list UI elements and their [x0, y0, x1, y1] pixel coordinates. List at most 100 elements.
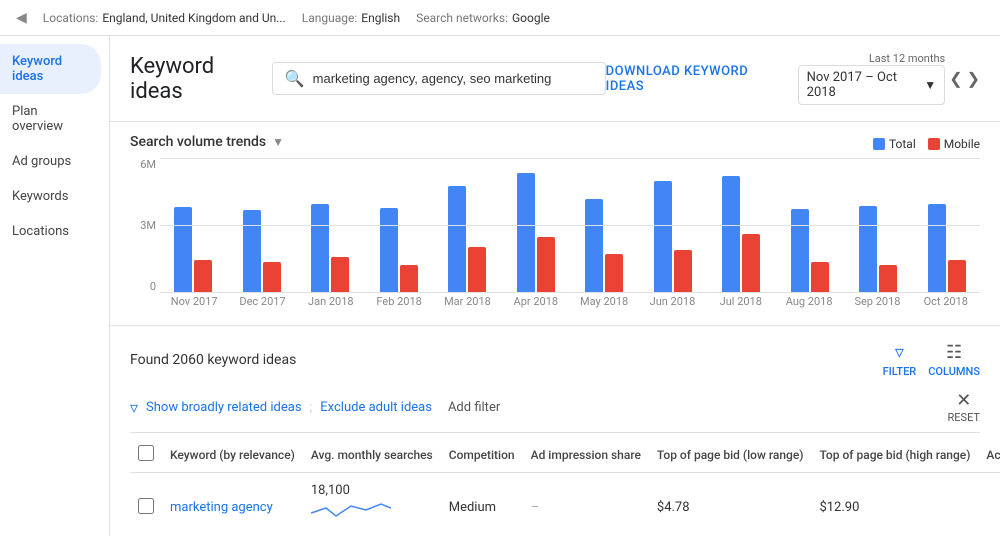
filter-row: ▿ Show broadly related ideas ; Exclude a…: [130, 386, 980, 433]
bar-total-3: [380, 208, 398, 293]
chart-x-labels: Nov 2017Dec 2017Jan 2018Feb 2018Mar 2018…: [160, 295, 980, 308]
bar-group-Apr-2018: [517, 173, 555, 293]
bar-mobile-4: [468, 247, 486, 293]
results-section: Found 2060 keyword ideas ▿ FILTER ☷ COLU…: [110, 325, 1000, 437]
col-account-status: Account status: [978, 437, 1000, 473]
sparkline-0: [311, 498, 391, 528]
download-keyword-ideas-button[interactable]: DOWNLOAD KEYWORD IDEAS: [606, 64, 782, 94]
results-actions: ▿ FILTER ☷ COLUMNS: [883, 342, 980, 378]
bar-mobile-1: [263, 262, 281, 293]
bar-group-Mar-2018: [448, 186, 486, 293]
bar-total-8: [722, 176, 740, 293]
content-header: Keyword ideas 🔍 DOWNLOAD KEYWORD IDEAS L…: [110, 36, 1000, 122]
exclude-adult-filter[interactable]: Exclude adult ideas: [320, 400, 432, 415]
chart-title: Search volume trends: [130, 134, 266, 150]
bar-total-9: [791, 209, 809, 293]
legend-mobile-label: Mobile: [944, 137, 980, 151]
date-range-value[interactable]: Nov 2017 – Oct 2018 ▼: [798, 65, 946, 105]
chart-section: Search volume trends ▼ Total Mobile: [110, 122, 1000, 325]
date-range-label: Last 12 months: [869, 52, 945, 65]
bar-group-Jan-2018: [311, 204, 349, 293]
col-keyword: Keyword (by relevance): [162, 437, 303, 473]
ad-impression-cell: –: [523, 473, 649, 536]
sidebar: Keyword ideas Plan overview Ad groups Ke…: [0, 36, 110, 536]
top-bid-high-cell: $12.90: [811, 473, 978, 536]
show-broadly-filter[interactable]: Show broadly related ideas: [146, 400, 302, 415]
y-label-6m: 6M: [130, 158, 156, 171]
sidebar-item-keywords[interactable]: Keywords: [0, 179, 101, 214]
x-label-7: Jun 2018: [638, 295, 706, 308]
bar-group-Dec-2017: [243, 210, 281, 293]
bar-mobile-11: [948, 260, 966, 293]
sidebar-item-keyword-ideas[interactable]: Keyword ideas: [0, 44, 101, 94]
select-all-checkbox[interactable]: [138, 445, 154, 461]
bar-total-7: [654, 181, 672, 293]
search-networks-info: Search networks: Google: [416, 11, 550, 25]
x-label-1: Dec 2017: [228, 295, 296, 308]
col-ad-impression: Ad impression share: [523, 437, 649, 473]
bar-group-Jun-2018: [654, 181, 692, 293]
top-bar: ◀ Locations: England, United Kingdom and…: [0, 0, 1000, 36]
chart-dropdown-icon[interactable]: ▼: [272, 135, 284, 149]
columns-button[interactable]: ☷ COLUMNS: [928, 342, 980, 378]
keyword-name[interactable]: marketing agency: [170, 500, 273, 515]
x-label-9: Aug 2018: [775, 295, 843, 308]
results-count: Found 2060 keyword ideas: [130, 352, 296, 368]
legend-total-dot: [873, 138, 885, 150]
bar-total-5: [517, 173, 535, 293]
filter-icon: ▿: [895, 342, 904, 363]
bar-group-Nov-2017: [174, 207, 212, 293]
add-filter-button[interactable]: Add filter: [448, 400, 500, 415]
bar-total-6: [585, 199, 603, 293]
back-arrow[interactable]: ◀: [16, 10, 27, 26]
date-next-button[interactable]: ❯: [967, 69, 980, 88]
bar-mobile-0: [194, 260, 212, 293]
col-top-bid-low: Top of page bid (low range): [649, 437, 812, 473]
bar-group-Feb-2018: [380, 208, 418, 293]
filter-button[interactable]: ▿ FILTER: [883, 342, 917, 378]
col-avg-monthly: Avg. monthly searches: [303, 437, 441, 473]
language-info: Language: English: [302, 11, 400, 25]
keyword-table: Keyword (by relevance) Avg. monthly sear…: [130, 437, 1000, 536]
y-label-3m: 3M: [130, 219, 156, 232]
select-all-header[interactable]: [130, 437, 162, 473]
legend-total: Total: [873, 137, 916, 151]
bar-group-Jul-2018: [722, 176, 760, 293]
header-right: DOWNLOAD KEYWORD IDEAS Last 12 months No…: [606, 52, 980, 105]
y-label-0: 0: [130, 280, 156, 293]
date-prev-button[interactable]: ❮: [949, 69, 962, 88]
col-top-bid-high: Top of page bid (high range): [811, 437, 978, 473]
row-checkbox-0[interactable]: [138, 498, 154, 514]
keyword-table-body: marketing agency 18,100 Medium–$4.78$12.9…: [130, 473, 1000, 536]
chart-bars: [160, 158, 980, 293]
content-area: Keyword ideas 🔍 DOWNLOAD KEYWORD IDEAS L…: [110, 36, 1000, 536]
x-label-11: Oct 2018: [912, 295, 980, 308]
bar-group-May-2018: [585, 199, 623, 293]
search-icon: 🔍: [285, 69, 305, 88]
page-title: Keyword ideas: [130, 54, 256, 104]
sidebar-item-locations[interactable]: Locations: [0, 214, 101, 249]
search-input[interactable]: [313, 71, 593, 86]
legend-total-label: Total: [889, 137, 916, 151]
reset-button[interactable]: ✕ RESET: [948, 390, 980, 424]
close-icon: ✕: [956, 390, 971, 411]
bar-mobile-2: [331, 257, 349, 293]
x-label-4: Mar 2018: [433, 295, 501, 308]
competition-cell: Medium: [441, 473, 523, 536]
bar-mobile-3: [400, 265, 418, 293]
sidebar-item-ad-groups[interactable]: Ad groups: [0, 144, 101, 179]
avg-monthly-cell: 18,100: [303, 473, 441, 536]
chart-legend: Total Mobile: [873, 137, 980, 151]
legend-mobile-dot: [928, 138, 940, 150]
locations-info: Locations: England, United Kingdom and U…: [43, 11, 286, 25]
bar-total-4: [448, 186, 466, 293]
x-label-0: Nov 2017: [160, 295, 228, 308]
keyword-search-bar[interactable]: 🔍: [272, 62, 606, 95]
bar-total-0: [174, 207, 192, 293]
bar-total-1: [243, 210, 261, 293]
table-row: marketing agency 18,100 Medium–$4.78$12.9…: [130, 473, 1000, 536]
bar-mobile-10: [879, 265, 897, 293]
results-header: Found 2060 keyword ideas ▿ FILTER ☷ COLU…: [130, 334, 980, 386]
top-bid-low-cell: $4.78: [649, 473, 812, 536]
sidebar-item-plan-overview[interactable]: Plan overview: [0, 94, 101, 144]
